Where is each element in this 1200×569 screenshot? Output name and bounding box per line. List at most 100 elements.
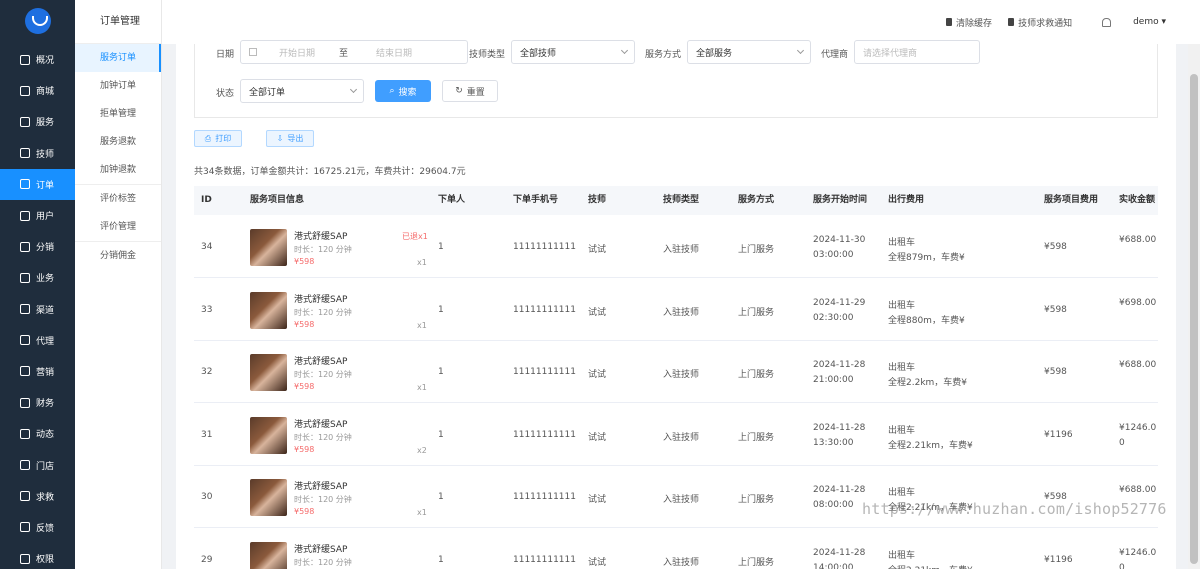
column-header: 实收金额 <box>1119 195 1156 205</box>
paid-amount: ¥688.00 <box>1119 360 1157 370</box>
scrollbar-thumb[interactable] <box>1190 74 1198 564</box>
service-start-time: 02:30:00 <box>813 312 854 323</box>
search-button[interactable]: ⌕ 搜索 <box>375 80 431 102</box>
submenu-item-2[interactable]: 拒单管理 <box>75 100 161 128</box>
export-label: 导出 <box>287 134 304 143</box>
submenu-item-0[interactable]: 服务订单 <box>75 44 161 72</box>
sidebar-item-9[interactable]: 代理 <box>0 325 75 356</box>
tech-sos-button[interactable]: 技师求救通知 <box>1008 16 1072 29</box>
service-name: 港式舒缓SAP <box>294 357 348 367</box>
service-name: 港式舒缓SAP <box>294 544 348 555</box>
order-phone: 11111111111 <box>513 367 576 377</box>
order-phone: 11111111111 <box>513 304 576 315</box>
main-content: 日期 开始日期 至 结束日期 技师类型 全部技师 服务方式 全部服务 代理商 请… <box>176 40 1176 569</box>
reset-button[interactable]: ↻ 重置 <box>442 80 498 102</box>
table-header: ID 服务项目信息 下单人 下单手机号 技师 技师类型 服务方式 服务开始时间 出行费用 服务项目… <box>194 186 1158 215</box>
sidebar-item-16[interactable]: 权限 <box>0 543 75 569</box>
technician-type: 入驻技师 <box>663 495 700 505</box>
end-date-input[interactable]: 结束日期 <box>376 46 412 59</box>
order-id: 29 <box>201 554 213 565</box>
order-user: 1 <box>438 367 444 377</box>
service-price: ¥598 <box>294 257 315 266</box>
sidebar-item-11[interactable]: 财务 <box>0 387 75 418</box>
service-name: 港式舒缓SAP <box>294 232 348 242</box>
column-header: 下单手机号 <box>513 195 559 205</box>
top-header: 清除缓存 技师求救通知 demo ▾ <box>162 0 1200 44</box>
sidebar-item-1[interactable]: 商城 <box>0 75 75 106</box>
service-mode-select[interactable]: 全部服务 <box>687 40 811 64</box>
table-row[interactable]: 32 港式舒缓SAP 时长：120 分钟 ¥598 x1 1 11111111111 试试 入驻… <box>194 340 1158 403</box>
table-row[interactable]: 33 港式舒缓SAP 时长：120 分钟 ¥598 x1 1 11111111111 试试 入驻… <box>194 278 1158 341</box>
sidebar-item-6[interactable]: 分销 <box>0 231 75 262</box>
service-thumbnail <box>250 229 287 266</box>
service-price: ¥598 <box>294 319 315 329</box>
bell-icon[interactable] <box>1102 17 1112 27</box>
clear-cache-button[interactable]: 清除缓存 <box>946 16 992 29</box>
sidebar-item-7[interactable]: 业务 <box>0 262 75 293</box>
date-label: 日期 <box>216 50 235 60</box>
sidebar-item-3[interactable]: 技师 <box>0 138 75 169</box>
submenu-item-1[interactable]: 加钟订单 <box>75 72 161 100</box>
sidebar-item-15[interactable]: 反馈 <box>0 512 75 543</box>
date-range-picker[interactable]: 开始日期 至 结束日期 <box>240 40 468 64</box>
vertical-scrollbar[interactable] <box>1188 44 1200 569</box>
tech-type-label: 技师类型 <box>469 50 506 60</box>
service-quantity: x1 <box>417 320 427 330</box>
chevron-down-icon <box>620 46 629 55</box>
agent-select[interactable]: 请选择代理商 <box>854 40 980 64</box>
sidebar-item-2[interactable]: 服务 <box>0 106 75 137</box>
sidebar-item-8[interactable]: 渠道 <box>0 294 75 325</box>
service-fee: ¥1196 <box>1044 429 1073 440</box>
submenu-item-3[interactable]: 服务退款 <box>75 128 161 156</box>
paid-amount-cont: 0 <box>1119 562 1125 569</box>
service-duration: 时长：120 分钟 <box>294 495 352 504</box>
marketing-icon <box>20 366 30 377</box>
user-menu[interactable]: demo ▾ <box>1133 17 1166 27</box>
paid-amount: ¥698.00 <box>1119 297 1157 308</box>
table-row[interactable]: 34 港式舒缓SAP 时长：120 分钟 ¥598 已退x1 x1 1 11111111111… <box>194 215 1158 278</box>
submenu-item-4[interactable]: 加钟退款 <box>75 156 161 184</box>
order-id: 33 <box>201 304 213 315</box>
main-sidebar: 概况 商城 服务 技师订单用户 分销业务渠道 代理 营销 财务 动态 门店 求救 反馈 权限 <box>0 0 75 569</box>
permission-icon <box>20 553 30 564</box>
submenu-item-6[interactable]: 评价管理 <box>75 213 161 241</box>
service-start-date: 2024-11-28 <box>813 485 866 495</box>
start-date-input[interactable]: 开始日期 <box>279 46 339 59</box>
filter-panel: 日期 开始日期 至 结束日期 技师类型 全部技师 服务方式 全部服务 代理商 请… <box>194 40 1158 118</box>
order-submenu: 订单管理 服务订单 加钟订单 拒单管理 服务退款 加钟退款 评价标签 评价管理 分销佣金 <box>75 0 162 569</box>
status-select[interactable]: 全部订单 <box>240 79 364 103</box>
sidebar-item-14[interactable]: 求救 <box>0 481 75 512</box>
sidebar-item-label: 订单 <box>36 180 55 191</box>
order-id: 32 <box>201 367 213 377</box>
business-icon <box>20 272 30 283</box>
chevron-down-icon <box>349 85 358 94</box>
print-button[interactable]: ⎙ 打印 <box>194 130 242 147</box>
sidebar-item-13[interactable]: 门店 <box>0 449 75 480</box>
alarm-icon <box>1008 18 1015 26</box>
sidebar-item-12[interactable]: 动态 <box>0 418 75 449</box>
table-row[interactable]: 31 港式舒缓SAP 时长：120 分钟 ¥598 x2 1 11111111111 试试 入驻… <box>194 403 1158 466</box>
submenu-item-5[interactable]: 评价标签 <box>75 185 161 213</box>
column-header: 技师类型 <box>663 195 700 205</box>
download-icon: ⇩ <box>276 134 284 143</box>
order-user: 1 <box>438 304 444 315</box>
service-start-date: 2024-11-28 <box>813 422 866 433</box>
column-header: 技师 <box>588 195 607 205</box>
sidebar-item-10[interactable]: 营销 <box>0 356 75 387</box>
sidebar-item-5[interactable]: 用户 <box>0 200 75 231</box>
table-row[interactable]: 30 港式舒缓SAP 时长：120 分钟 ¥598 x1 1 11111111111 试试 入驻… <box>194 465 1158 528</box>
agent-placeholder: 请选择代理商 <box>863 48 918 59</box>
clear-cache-label: 清除缓存 <box>956 18 993 29</box>
table-row[interactable]: 29港式舒缓SAP时长：120 分钟¥598111111111111试试入驻技师… <box>194 528 1158 569</box>
travel-detail: 全程879m，车费¥ <box>888 253 965 263</box>
sidebar-item-0[interactable]: 概况 <box>0 44 75 75</box>
column-header: 出行费用 <box>888 195 925 205</box>
sidebar-item-label: 业务 <box>36 274 55 285</box>
date-separator: 至 <box>339 48 349 59</box>
export-button[interactable]: ⇩ 导出 <box>266 130 314 147</box>
submenu-item-7[interactable]: 分销佣金 <box>75 242 161 270</box>
store-icon <box>20 460 30 471</box>
tech-type-select[interactable]: 全部技师 <box>511 40 635 64</box>
paid-amount-cont: 0 <box>1119 437 1125 448</box>
sidebar-item-4[interactable]: 订单 <box>0 168 75 200</box>
